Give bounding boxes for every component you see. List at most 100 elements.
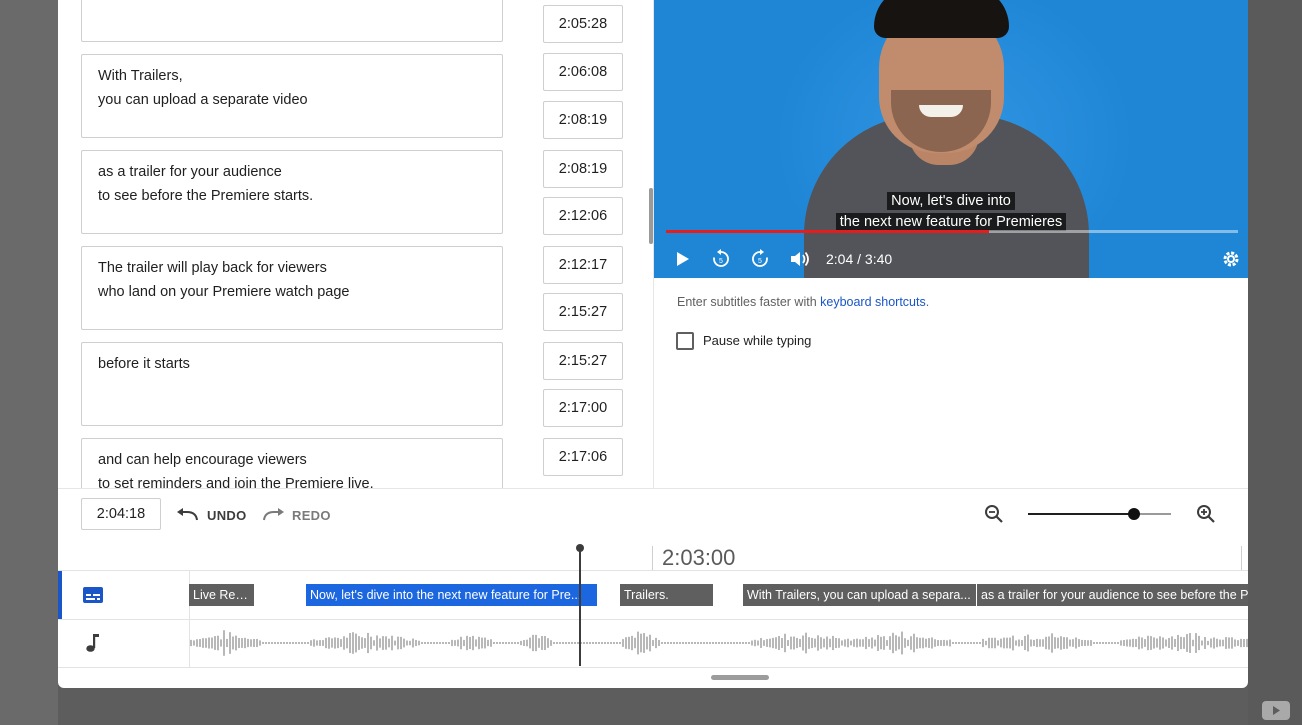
cue-text-field[interactable]: With Trailers, you can upload a separate…	[81, 54, 503, 138]
current-time-field[interactable]: 2:04:18	[81, 498, 161, 530]
waveform-bar	[1078, 639, 1080, 647]
waveform-bar	[772, 637, 774, 649]
keyboard-shortcuts-link[interactable]: keyboard shortcuts	[820, 295, 926, 309]
waveform-bar	[715, 642, 717, 644]
undo-button[interactable]: UNDO	[176, 505, 246, 525]
cue-end-time[interactable]: 2:17:00	[543, 389, 623, 427]
waveform-bar	[976, 642, 978, 644]
settings-gear-icon[interactable]	[1220, 246, 1242, 272]
waveform-bar	[730, 642, 732, 644]
subtitle-segment-active[interactable]: Now, let's dive into the next new featur…	[306, 584, 597, 606]
waveform-bar	[262, 642, 264, 644]
waveform-bar	[928, 638, 930, 648]
waveform-bar	[892, 632, 894, 654]
waveform-bar	[1015, 640, 1017, 646]
pause-while-typing-checkbox[interactable]	[676, 332, 694, 350]
waveform-bar	[934, 639, 936, 647]
subtitles-icon[interactable]	[82, 586, 104, 609]
cue-text-field[interactable]: and can help encourage viewers to set re…	[81, 438, 503, 488]
waveform-bar	[1027, 634, 1029, 652]
waveform-bar	[325, 637, 327, 649]
waveform-bar	[1117, 642, 1119, 644]
video-player[interactable]: Now, let's dive into the next new featur…	[654, 0, 1248, 278]
waveform-bar	[304, 642, 306, 644]
waveform-bar	[952, 642, 954, 644]
subtitle-segment[interactable]: as a trailer for your audience to see be…	[977, 584, 1248, 606]
playhead-line[interactable]	[579, 548, 581, 666]
presenter-smile	[919, 105, 963, 117]
cue-start-time[interactable]: 2:05:28	[543, 5, 623, 43]
subtitle-segment[interactable]: Live Red...	[189, 584, 254, 606]
waveform-bar	[409, 640, 411, 646]
music-note-icon[interactable]	[85, 633, 101, 658]
waveform-bar	[1060, 636, 1062, 650]
cue-text-field[interactable]	[81, 0, 503, 42]
pause-while-typing-label[interactable]: Pause while typing	[703, 333, 811, 348]
waveform-bar	[1162, 637, 1164, 649]
resize-handle[interactable]	[711, 675, 769, 680]
waveform-bar	[457, 639, 459, 647]
waveform-bar	[271, 642, 273, 644]
cue-end-time[interactable]: 2:12:06	[543, 197, 623, 235]
rewind-5-icon[interactable]: 5	[710, 246, 732, 272]
cue-text-field[interactable]: before it starts	[81, 342, 503, 426]
cue-text-field[interactable]: as a trailer for your audience to see be…	[81, 150, 503, 234]
waveform-bar	[1243, 639, 1245, 647]
waveform-bar	[451, 639, 453, 647]
video-progress-bar[interactable]	[666, 230, 1238, 233]
youtube-logo-icon	[1262, 701, 1290, 720]
waveform-bar	[469, 636, 471, 650]
waveform-bar	[433, 642, 435, 644]
waveform-bar	[538, 638, 540, 648]
waveform-bar	[1198, 635, 1200, 651]
waveform-bar	[694, 642, 696, 644]
zoom-in-icon[interactable]	[1196, 504, 1216, 529]
waveform-bar	[808, 637, 810, 649]
waveform-bar	[274, 642, 276, 644]
waveform-bar	[931, 637, 933, 649]
waveform-bar	[979, 642, 981, 644]
waveform-bar	[901, 631, 903, 655]
subtitle-segment[interactable]: With Trailers, you can upload a separa..…	[743, 584, 976, 606]
play-icon[interactable]	[674, 246, 692, 272]
zoom-slider-thumb[interactable]	[1127, 508, 1140, 520]
cue-end-time[interactable]: 2:08:19	[543, 101, 623, 139]
cue-start-time[interactable]: 2:08:19	[543, 150, 623, 188]
waveform-bar	[247, 638, 249, 648]
waveform-bar	[634, 637, 636, 649]
volume-icon[interactable]	[789, 246, 813, 272]
waveform-bar	[514, 642, 516, 644]
waveform-bar	[328, 637, 330, 649]
waveform-bar	[1180, 636, 1182, 650]
toolbar-divider	[58, 488, 1248, 489]
waveform-bar	[829, 638, 831, 648]
hint-prefix: Enter subtitles faster with	[677, 295, 821, 309]
waveform-bar	[802, 635, 804, 651]
waveform-bar	[496, 642, 498, 644]
cue-start-time[interactable]: 2:15:27	[543, 342, 623, 380]
cue-list-scrollbar[interactable]	[649, 188, 653, 244]
zoom-out-icon[interactable]	[984, 504, 1004, 529]
waveform-bar	[214, 636, 216, 650]
waveform-bar	[385, 636, 387, 650]
waveform-bar	[754, 639, 756, 647]
waveform-bar	[568, 642, 570, 644]
waveform-bar	[841, 640, 843, 646]
timeline-ruler-label: 2:03:00	[662, 545, 736, 570]
cue-start-time[interactable]: 2:06:08	[543, 53, 623, 91]
forward-5-icon[interactable]: 5	[749, 246, 771, 272]
cue-start-time[interactable]: 2:17:06	[543, 438, 623, 476]
audio-waveform[interactable]	[190, 620, 1248, 666]
waveform-bar	[415, 639, 417, 647]
cue-start-time[interactable]: 2:12:17	[543, 246, 623, 284]
waveform-bar	[382, 636, 384, 650]
redo-button[interactable]: REDO	[261, 505, 331, 525]
waveform-bar	[502, 642, 504, 644]
subtitle-segment[interactable]: Trailers.	[620, 584, 713, 606]
waveform-bar	[871, 637, 873, 649]
waveform-bar	[739, 642, 741, 644]
waveform-bar	[721, 642, 723, 644]
cue-end-time[interactable]: 2:15:27	[543, 293, 623, 331]
cue-text-field[interactable]: The trailer will play back for viewers w…	[81, 246, 503, 330]
waveform-bar	[946, 640, 948, 646]
